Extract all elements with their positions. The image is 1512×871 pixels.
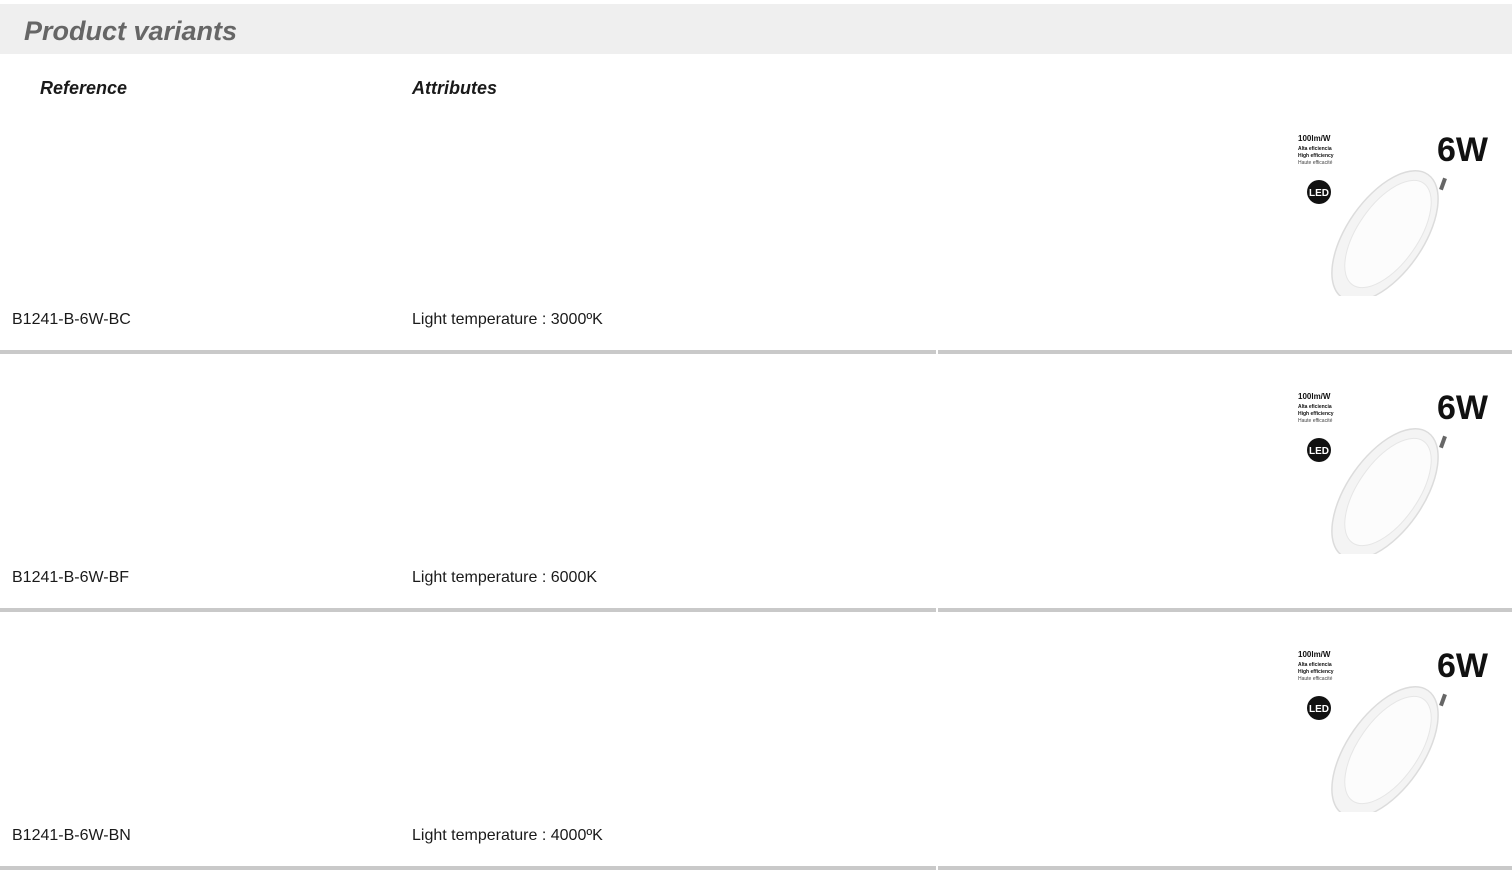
downlight-panel-icon [1331, 170, 1447, 296]
product-variants-page: Product variants Reference Attributes 10… [0, 0, 1512, 871]
row-divider [0, 866, 1512, 870]
wattage-label: 6W [1437, 389, 1489, 427]
wattage-label: 6W [1437, 647, 1489, 685]
svg-text:LED: LED [1309, 704, 1329, 715]
efficiency-line-en: High efficiency [1298, 669, 1334, 675]
led-badge-icon: LED [1307, 180, 1331, 204]
variant-row: 100lm/W Alta eficiencia High efficiency … [0, 354, 1512, 612]
efficiency-line-es: Alta eficiencia [1298, 662, 1332, 668]
efficiency-label: 100lm/W [1298, 392, 1331, 401]
variant-attribute: Light temperature : 3000ºK [412, 311, 603, 328]
efficiency-line-es: Alta eficiencia [1298, 146, 1332, 152]
efficiency-line-en: High efficiency [1298, 153, 1334, 159]
efficiency-line-fr: Haute efficacité [1298, 418, 1333, 424]
section-title: Product variants [24, 16, 238, 46]
svg-text:LED: LED [1309, 188, 1329, 199]
product-image-downlight: 100lm/W Alta eficiencia High efficiency … [1298, 131, 1489, 296]
variant-row: 100lm/W Alta eficiencia High efficiency … [0, 96, 1512, 354]
efficiency-label: 100lm/W [1298, 134, 1331, 143]
variant-attribute: Light temperature : 6000K [412, 569, 598, 586]
svg-text:LED: LED [1309, 446, 1329, 457]
efficiency-line-en: High efficiency [1298, 411, 1334, 417]
product-image-downlight: 100lm/W Alta eficiencia High efficiency … [1298, 389, 1489, 554]
led-badge-icon: LED [1307, 438, 1331, 462]
downlight-panel-icon [1331, 686, 1447, 812]
variant-reference: B1241-B-6W-BF [12, 569, 130, 586]
section-header: Product variants [0, 4, 1512, 54]
led-badge-icon: LED [1307, 696, 1331, 720]
variant-reference: B1241-B-6W-BN [12, 827, 131, 844]
variant-reference: B1241-B-6W-BC [12, 311, 131, 328]
product-image-downlight: 100lm/W Alta eficiencia High efficiency … [1298, 647, 1489, 812]
efficiency-label: 100lm/W [1298, 650, 1331, 659]
efficiency-line-fr: Haute efficacité [1298, 160, 1333, 166]
row-divider-gap [936, 866, 938, 870]
variant-row: 100lm/W Alta eficiencia High efficiency … [0, 612, 1512, 870]
downlight-panel-icon [1331, 428, 1447, 554]
variant-attribute: Light temperature : 4000ºK [412, 827, 603, 844]
efficiency-line-es: Alta eficiencia [1298, 404, 1332, 410]
efficiency-line-fr: Haute efficacité [1298, 676, 1333, 682]
wattage-label: 6W [1437, 131, 1489, 169]
